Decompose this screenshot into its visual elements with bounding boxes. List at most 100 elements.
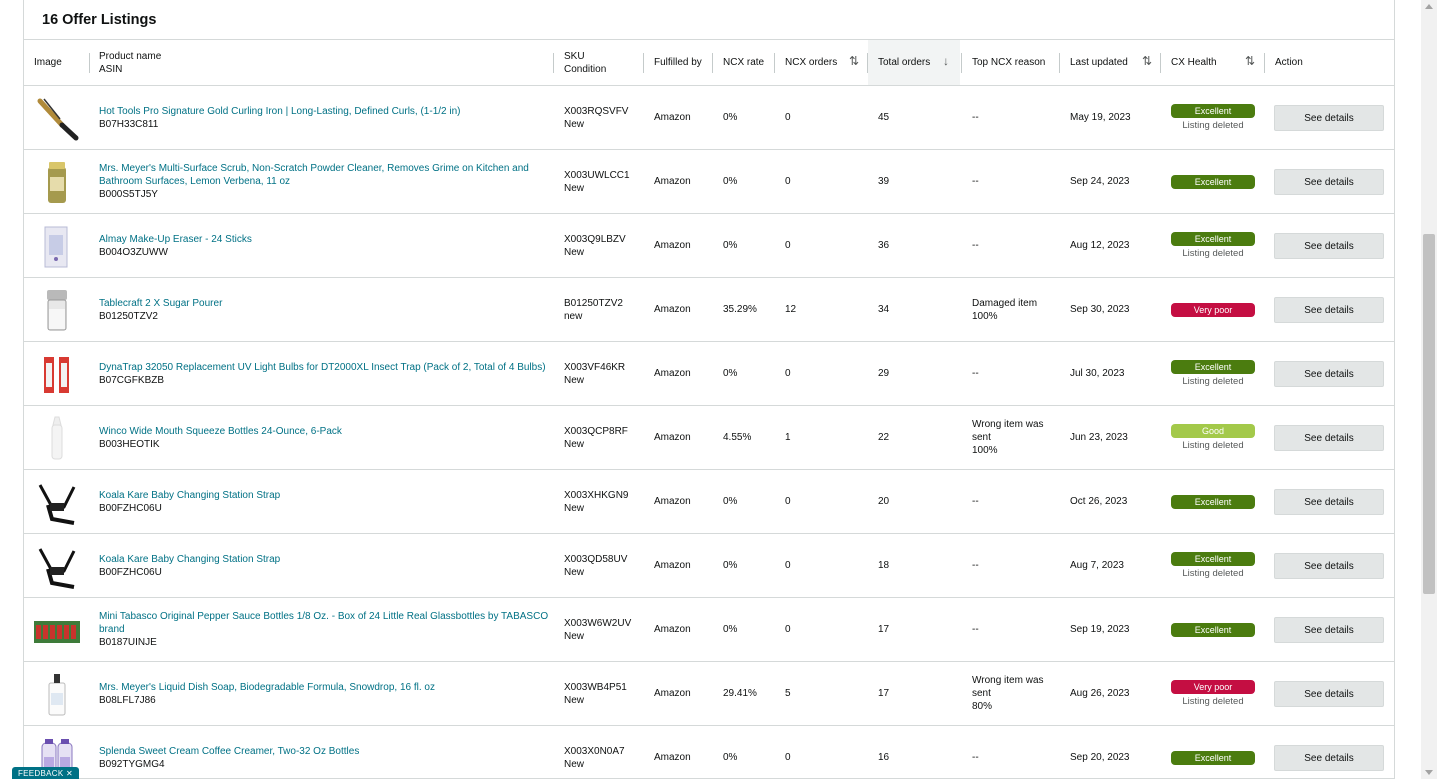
see-details-button[interactable]: See details — [1274, 617, 1384, 643]
product-name-link[interactable]: Koala Kare Baby Changing Station Strap — [99, 553, 549, 566]
strap-thumbnail-icon[interactable] — [34, 543, 80, 589]
total-orders-cell: 45 — [878, 86, 889, 149]
sugar-pourer-thumbnail-icon[interactable] — [34, 287, 80, 333]
ncx-rate-text: 0% — [723, 240, 738, 251]
curling-iron-thumbnail-icon[interactable] — [34, 95, 80, 141]
ncx-reason-text: -- — [972, 752, 979, 763]
see-details-button[interactable]: See details — [1274, 169, 1384, 195]
ncx-orders-cell: 0 — [785, 342, 791, 405]
product-name-link[interactable]: Splenda Sweet Cream Coffee Creamer, Two-… — [99, 745, 549, 758]
asin-text: B003HEOTIK — [99, 438, 160, 450]
last-updated-cell: Sep 30, 2023 — [1070, 278, 1130, 341]
top-ncx-reason-cell: -- — [972, 726, 1056, 778]
tabasco-bottles-thumbnail-icon[interactable] — [34, 607, 80, 653]
listing-status-text: Listing deleted — [1182, 567, 1244, 579]
top-ncx-reason-cell: -- — [972, 214, 1056, 277]
see-details-button[interactable]: See details — [1274, 745, 1384, 771]
sku-cell: X003QCP8RF New — [564, 406, 642, 469]
total-orders-cell: 17 — [878, 598, 889, 661]
header-cx-health[interactable]: CX Health — [1171, 40, 1217, 85]
table-row: Koala Kare Baby Changing Station Strap B0… — [24, 534, 1394, 598]
product-name-link[interactable]: Mrs. Meyer's Liquid Dish Soap, Biodegrad… — [99, 681, 549, 694]
product-name-link[interactable]: Koala Kare Baby Changing Station Strap — [99, 489, 549, 502]
ncx-orders-text: 0 — [785, 560, 791, 571]
header-divider — [1059, 53, 1060, 73]
product-name-link[interactable]: Winco Wide Mouth Squeeze Bottles 24-Ounc… — [99, 425, 549, 438]
see-details-button[interactable]: See details — [1274, 297, 1384, 323]
total-orders-cell: 16 — [878, 726, 889, 778]
last-updated-cell: Aug 7, 2023 — [1070, 534, 1124, 597]
sort-updown-icon[interactable]: ⇅ — [1245, 54, 1255, 68]
ncx-rate-text: 0% — [723, 496, 738, 507]
header-ncx-rate: NCX rate — [723, 40, 764, 85]
squeeze-bottle-thumbnail-icon[interactable] — [34, 415, 80, 461]
header-last-updated[interactable]: Last updated — [1070, 40, 1128, 85]
product-name-link[interactable]: DynaTrap 32050 Replacement UV Light Bulb… — [99, 361, 549, 374]
product-name-link[interactable]: Hot Tools Pro Signature Gold Curling Iro… — [99, 105, 549, 118]
uv-bulbs-thumbnail-icon[interactable] — [34, 351, 80, 397]
status-badge: Excellent — [1171, 551, 1255, 566]
see-details-button[interactable]: See details — [1274, 425, 1384, 451]
ncx-reason-text: -- — [972, 112, 979, 123]
fulfilled-by-text: Amazon — [654, 368, 691, 379]
ncx-orders-text: 0 — [785, 368, 791, 379]
total-orders-cell: 22 — [878, 406, 889, 469]
cx-health-cell: Very poor Listing deleted — [1171, 662, 1255, 725]
header-fulfilled-by: Fulfilled by — [654, 40, 702, 85]
sku-text: B01250TZV2 — [564, 297, 623, 309]
product-name-link[interactable]: Mrs. Meyer's Multi-Surface Scrub, Non-Sc… — [99, 162, 549, 188]
product-cell: Mrs. Meyer's Multi-Surface Scrub, Non-Sc… — [99, 150, 549, 213]
top-ncx-reason-cell: -- — [972, 342, 1056, 405]
last-updated-text: Jun 23, 2023 — [1070, 432, 1128, 443]
eraser-box-thumbnail-icon[interactable] — [34, 223, 80, 269]
see-details-button[interactable]: See details — [1274, 105, 1384, 131]
header-total-orders[interactable]: Total orders — [878, 40, 930, 85]
top-ncx-reason-cell: -- — [972, 150, 1056, 213]
header-ncx-orders[interactable]: NCX orders — [785, 40, 837, 85]
dish-soap-thumbnail-icon[interactable] — [34, 671, 80, 717]
ncx-reason-text: -- — [972, 368, 979, 379]
scroll-down-arrow-icon[interactable] — [1425, 770, 1433, 775]
see-details-button[interactable]: See details — [1274, 553, 1384, 579]
ncx-reason-text: -- — [972, 240, 979, 251]
ncx-rate-cell: 0% — [723, 342, 737, 405]
sort-down-icon[interactable]: ↓ — [943, 54, 949, 68]
ncx-reason-text: -- — [972, 560, 979, 571]
fulfilled-cell: Amazon — [654, 406, 691, 469]
see-details-button[interactable]: See details — [1274, 233, 1384, 259]
header-condition-label: Condition — [564, 63, 607, 75]
product-name-link[interactable]: Tablecraft 2 X Sugar Pourer — [99, 297, 549, 310]
header-divider — [1160, 53, 1161, 73]
see-details-button[interactable]: See details — [1274, 681, 1384, 707]
ncx-reason-text: -- — [972, 176, 979, 187]
strap-thumbnail-icon[interactable] — [34, 479, 80, 525]
total-orders-cell: 20 — [878, 470, 889, 533]
sku-text: X003X0N0A7 — [564, 745, 625, 757]
fulfilled-cell: Amazon — [654, 278, 691, 341]
product-name-link[interactable]: Mini Tabasco Original Pepper Sauce Bottl… — [99, 610, 549, 636]
asin-text: B08LFL7J86 — [99, 694, 156, 706]
header-product-name-label: Product name — [99, 50, 162, 62]
sort-updown-icon[interactable]: ⇅ — [849, 54, 859, 68]
cx-health-cell: Excellent Listing deleted — [1171, 342, 1255, 405]
fulfilled-cell: Amazon — [654, 470, 691, 533]
header-sku: SKU Condition — [564, 40, 606, 85]
last-updated-text: May 19, 2023 — [1070, 112, 1131, 123]
ncx-reason-text: Wrong item was sent — [972, 419, 1044, 443]
scrollbar-thumb[interactable] — [1423, 234, 1435, 594]
product-name-link[interactable]: Almay Make-Up Eraser - 24 Sticks — [99, 233, 549, 246]
see-details-button[interactable]: See details — [1274, 361, 1384, 387]
feedback-tab[interactable]: FEEDBACK ✕ — [12, 767, 79, 779]
sku-cell: X003VF46KR New — [564, 342, 642, 405]
fulfilled-by-text: Amazon — [654, 688, 691, 699]
sort-updown-icon[interactable]: ⇅ — [1142, 54, 1152, 68]
vertical-scrollbar[interactable] — [1421, 0, 1437, 779]
header-ncx-rate-label: NCX rate — [723, 57, 765, 68]
see-details-button[interactable]: See details — [1274, 489, 1384, 515]
table-row: Mini Tabasco Original Pepper Sauce Bottl… — [24, 598, 1394, 662]
scroll-up-arrow-icon[interactable] — [1425, 4, 1433, 9]
total-orders-text: 18 — [878, 560, 890, 571]
header-top-ncx-reason-label: Top NCX reason — [972, 57, 1046, 68]
asin-text: B00FZHC06U — [99, 502, 162, 514]
scrub-bottle-thumbnail-icon[interactable] — [34, 159, 80, 205]
